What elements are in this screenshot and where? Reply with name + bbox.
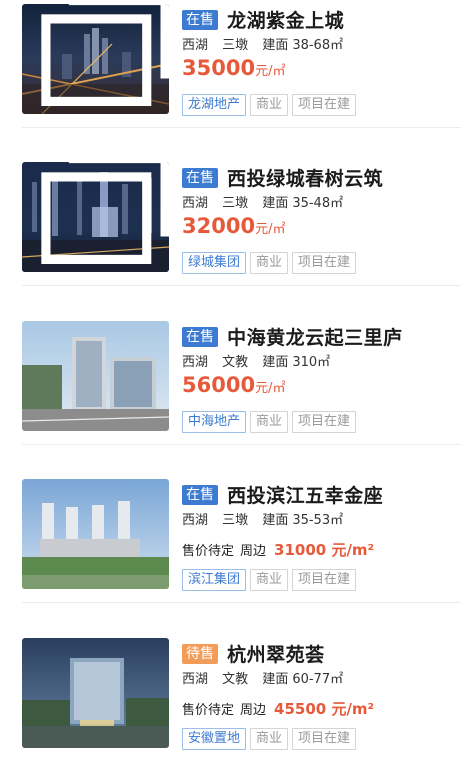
tag-list: 绿城集团 商业 项目在建	[182, 252, 360, 274]
listing-name[interactable]: 中海黄龙云起三里庐	[227, 323, 403, 350]
nearby-label: 周边	[240, 703, 267, 718]
developer-tag: 绿城集团	[182, 252, 247, 274]
district: 西湖	[182, 196, 209, 211]
listing-name[interactable]: 杭州翠苑荟	[227, 640, 325, 667]
listing-name[interactable]: 西投滨江五幸金座	[227, 481, 383, 508]
nearby-price: 31000 元/m²	[274, 541, 375, 559]
tag-list: 滨江集团 商业 项目在建	[182, 569, 360, 591]
listing-name[interactable]: 龙湖紫金上城	[227, 6, 344, 33]
developer-tag: 安徽置地	[182, 728, 247, 750]
price-pending: 售价待定 周边 31000 元/m²	[182, 539, 374, 560]
status-badge: 在售	[182, 484, 218, 505]
district: 西湖	[182, 355, 209, 370]
district: 西湖	[182, 38, 209, 53]
district: 西湖	[182, 672, 209, 687]
listing-card[interactable]: 在售 西投滨江五幸金座 西湖 三墩 建面 35-53㎡ 售价待定 周边 31000 元…	[0, 475, 461, 603]
price: 32000元/㎡	[182, 214, 285, 238]
price-unit: 元/㎡	[255, 64, 286, 79]
size-label: 建面	[262, 355, 289, 370]
area: 三墩	[222, 513, 249, 528]
type-tag: 商业	[250, 411, 289, 433]
listing-name[interactable]: 西投绿城春树云筑	[227, 164, 383, 191]
listing-card[interactable]: 在售 龙湖紫金上城 西湖 三墩 建面 38-68㎡ 35000元/㎡ 龙湖地产 商…	[0, 0, 461, 128]
size: 35-53㎡	[292, 513, 344, 528]
tag-list: 中海地产 商业 项目在建	[182, 411, 360, 433]
developer-tag: 中海地产	[182, 411, 247, 433]
area: 文教	[222, 672, 249, 687]
price: 56000元/㎡	[182, 373, 285, 397]
listing-card[interactable]: 在售 中海黄龙云起三里庐 西湖 文教 建面 310㎡ 56000元/㎡ 中海地产 …	[0, 317, 461, 445]
price-unit: 元/㎡	[255, 222, 286, 237]
status-badge: 在售	[182, 167, 218, 188]
area: 三墩	[222, 196, 249, 211]
progress-tag: 项目在建	[292, 252, 357, 274]
size: 310㎡	[292, 355, 331, 370]
progress-tag: 项目在建	[292, 728, 357, 750]
size: 35-48㎡	[292, 196, 344, 211]
progress-tag: 项目在建	[292, 411, 357, 433]
nearby-price: 45500 元/m²	[274, 700, 375, 718]
area: 文教	[222, 355, 249, 370]
size-label: 建面	[262, 672, 289, 687]
price-pending-label: 售价待定	[182, 544, 235, 559]
listing-meta: 西湖 文教 建面 60-77㎡	[182, 668, 353, 687]
size-label: 建面	[262, 196, 289, 211]
price-unit: 元/㎡	[255, 381, 286, 396]
divider	[22, 285, 461, 286]
type-tag: 商业	[250, 94, 289, 116]
progress-tag: 项目在建	[292, 94, 357, 116]
developer-tag: 龙湖地产	[182, 94, 247, 116]
size: 38-68㎡	[292, 38, 344, 53]
type-tag: 商业	[250, 569, 289, 591]
listing-image[interactable]	[22, 162, 169, 272]
divider	[22, 127, 461, 128]
progress-tag: 项目在建	[292, 569, 357, 591]
type-tag: 商业	[250, 728, 289, 750]
status-badge: 在售	[182, 326, 218, 347]
size: 60-77㎡	[292, 672, 344, 687]
price-pending: 售价待定 周边 45500 元/m²	[182, 698, 374, 719]
listing-meta: 西湖 三墩 建面 35-53㎡	[182, 509, 353, 528]
listing-card[interactable]: 在售 西投绿城春树云筑 西湖 三墩 建面 35-48㎡ 32000元/㎡ 绿城集团…	[0, 158, 461, 286]
divider	[22, 602, 461, 603]
listing-image[interactable]	[22, 638, 169, 748]
price-value: 56000	[182, 373, 256, 397]
price: 35000元/㎡	[182, 56, 285, 80]
tag-list: 安徽置地 商业 项目在建	[182, 728, 360, 750]
size-label: 建面	[262, 513, 289, 528]
price-value: 35000	[182, 56, 256, 80]
type-tag: 商业	[250, 252, 289, 274]
tag-list: 龙湖地产 商业 项目在建	[182, 94, 360, 116]
area: 三墩	[222, 38, 249, 53]
status-badge: 在售	[182, 9, 218, 30]
listing-meta: 西湖 文教 建面 310㎡	[182, 351, 340, 370]
listing-meta: 西湖 三墩 建面 35-48㎡	[182, 192, 353, 211]
developer-tag: 滨江集团	[182, 569, 247, 591]
listing-image[interactable]	[22, 4, 169, 114]
listing-card[interactable]: 待售 杭州翠苑荟 西湖 文教 建面 60-77㎡ 售价待定 周边 45500 元/m²…	[0, 634, 461, 762]
nearby-label: 周边	[240, 544, 267, 559]
listing-image[interactable]	[22, 479, 169, 589]
divider	[22, 444, 461, 445]
listing-meta: 西湖 三墩 建面 38-68㎡	[182, 34, 353, 53]
album-icon	[41, 4, 169, 106]
album-icon	[41, 162, 169, 264]
district: 西湖	[182, 513, 209, 528]
price-pending-label: 售价待定	[182, 703, 235, 718]
status-badge: 待售	[182, 643, 218, 664]
price-value: 32000	[182, 214, 256, 238]
size-label: 建面	[262, 38, 289, 53]
listing-image[interactable]	[22, 321, 169, 431]
